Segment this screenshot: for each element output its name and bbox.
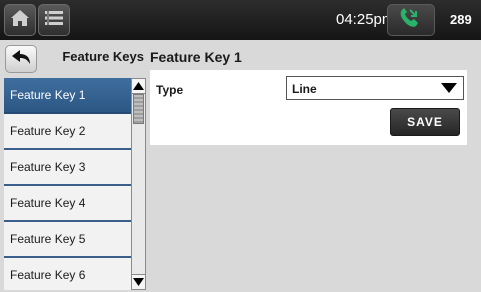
clock: 04:25pm [336,11,395,28]
menu-button[interactable] [38,4,70,36]
list-item-label: Feature Key 6 [10,268,86,282]
sidebar-title: Feature Keys [62,49,144,64]
list-item-feature-key-3[interactable]: Feature Key 3 [4,150,131,186]
save-button[interactable]: SAVE [390,108,460,136]
list-item-label: Feature Key 3 [10,160,86,174]
extension-number: 289 [450,12,472,27]
list-item-feature-key-5[interactable]: Feature Key 5 [4,222,131,258]
list-item-feature-key-1[interactable]: Feature Key 1 [4,78,131,114]
phone-call-icon [396,6,426,35]
list-item-feature-key-6[interactable]: Feature Key 6 [4,258,131,290]
feature-key-settings-panel: Type Line SAVE [150,70,467,145]
list-item-label: Feature Key 2 [10,124,86,138]
status-bar: 04:25pm 289 [0,0,481,40]
list-item-label: Feature Key 1 [10,88,86,102]
back-arrow-icon [10,48,32,71]
triangle-up-icon [133,77,144,95]
page-title: Feature Key 1 [150,49,242,65]
list-item-feature-key-4[interactable]: Feature Key 4 [4,186,131,222]
list-menu-icon [43,8,65,33]
feature-key-list: Feature Key 1 Feature Key 2 Feature Key … [4,78,131,290]
list-scrollbar[interactable] [131,78,146,290]
dropdown-arrow-icon [441,83,457,93]
scroll-up-button[interactable] [132,79,145,94]
scroll-thumb[interactable] [133,94,144,124]
back-button[interactable] [5,45,37,73]
type-select[interactable]: Line [286,76,464,100]
list-item-feature-key-2[interactable]: Feature Key 2 [4,114,131,150]
call-status-button[interactable] [387,4,435,36]
list-item-label: Feature Key 4 [10,196,86,210]
home-button[interactable] [4,4,36,36]
type-label: Type [156,83,184,97]
list-item-label: Feature Key 5 [10,232,86,246]
triangle-down-icon [133,273,144,291]
type-select-value: Line [292,82,317,96]
scroll-down-button[interactable] [132,274,145,289]
home-icon [9,8,31,33]
